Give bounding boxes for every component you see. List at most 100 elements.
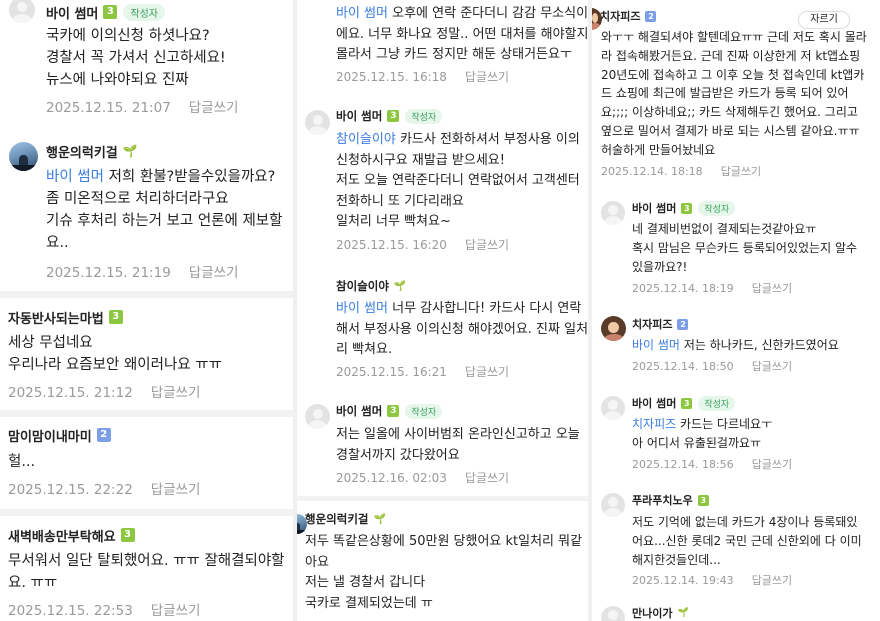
mention-tag[interactable]: 치자피즈 [632, 417, 676, 431]
level-badge: 3 [108, 310, 123, 324]
comment-item: 푸라푸치노우 3 저도 기억에 없는데 카드가 4장이나 등록돼있 어요...신… [592, 487, 880, 597]
author-name[interactable]: 맘이맘이내마미 [8, 426, 92, 445]
comment-line: 리 빡쳐요. [336, 342, 393, 357]
comment-item: 바이 썸머 3 작성자 참이슬이야 카드사 전화하셔서 부정사용 이의 신청하시… [297, 100, 588, 270]
author-badge: 작성자 [698, 200, 736, 216]
reply-button[interactable]: 답글쓰기 [189, 100, 239, 116]
reply-button[interactable]: 답글쓰기 [189, 265, 239, 281]
comment-meta: 2025.12.16. 02:03 답글쓰기 [336, 469, 509, 486]
comment-line: 있을까요?! [632, 260, 688, 274]
avatar[interactable] [601, 606, 625, 621]
comment-body: 저두 똑같은상황에 50만원 당했어요 kt일처리 뭐같 아요 저는 낼 경찰서… [305, 532, 582, 614]
comment-item: 자동반사되는마법 3 세상 무섭네요 우리나라 요즘보안 왜이러나요 ㅠㅠ 20… [0, 300, 293, 410]
author-name[interactable]: 새벽배송만부탁해요 [8, 526, 116, 545]
reply-button[interactable]: 답글쓰기 [465, 238, 509, 252]
reply-button[interactable]: 답글쓰기 [465, 365, 509, 379]
reply-button[interactable]: 답글쓰기 [151, 385, 201, 401]
level-badge: 2 [677, 318, 689, 330]
level-badge: 2 [645, 10, 657, 22]
comment-item: 바이 썸머 3 작성자 네 결제비번없이 결제되는것같아요ㅠ 혹시 맘님은 무슨… [592, 195, 880, 305]
comment-meta: 2025.12.14. 19:43 답글쓰기 [632, 572, 792, 588]
author-name[interactable]: 행운의럭키걸 [305, 511, 368, 527]
reply-button[interactable]: 답글쓰기 [721, 165, 761, 178]
author-name[interactable]: 만나이가 [632, 605, 672, 621]
mention-tag[interactable]: 바이 썸머 [46, 169, 104, 185]
mention-tag[interactable]: 참이슬이야 [336, 132, 396, 147]
author-name[interactable]: 치자피즈 [600, 8, 640, 24]
comment-item: 행운의럭키걸 🌱 바이 썸머 저희 환불?받을수있을까요? 좀 미온적으로 처리… [0, 128, 293, 288]
comment-item: 바이 썸머 오후에 연락 준다더니 감감 무소식이 에요. 너무 화나요 정말.… [297, 0, 588, 92]
mention-tag[interactable]: 바이 썸머 [336, 301, 388, 316]
comment-date: 2025.12.14. 19:43 [632, 574, 734, 587]
comment-item: 치자피즈 2 바이 썸머 저는 하나카드, 신한카드였어요 2025.12.14… [592, 310, 880, 392]
avatar[interactable] [305, 404, 330, 429]
author-name[interactable]: 참이슬이야 [336, 278, 389, 294]
avatar[interactable] [305, 110, 330, 135]
avatar[interactable] [9, 0, 35, 23]
comment-line: 국카로 결제되었는데 ㅠ [305, 595, 433, 611]
comment-line: 국카에 이의신청 하셧나요? [46, 28, 210, 44]
comment-header: 자동반사되는마법 3 [8, 307, 123, 327]
avatar[interactable] [9, 142, 38, 171]
comment-body: 국카에 이의신청 하셧나요? 경찰서 꼭 가셔서 신고하세요! 뉴스에 나와야되… [46, 25, 226, 91]
comment-meta: 2025.12.14. 18:56 답글쓰기 [632, 456, 792, 472]
comment-meta: 2025.12.15. 22:22 답글쓰기 [8, 478, 200, 498]
comment-line: 카드는 다르네요ㅜ [680, 417, 773, 431]
comment-item: 만나이가 🌱 [592, 600, 880, 621]
avatar[interactable] [601, 493, 625, 517]
comment-meta: 2025.12.15. 21:12 답글쓰기 [8, 381, 200, 401]
author-badge: 작성자 [405, 108, 443, 124]
mention-tag[interactable]: 바이 썸머 [632, 338, 680, 352]
comment-header: 행운의럭키걸 🌱 [305, 511, 386, 527]
comment-header: 바이 썸머 3 작성자 [632, 395, 736, 411]
author-name[interactable]: 바이 썸머 [336, 108, 382, 124]
author-name[interactable]: 바이 썸머 [336, 403, 382, 419]
reply-button[interactable]: 답글쓰기 [752, 282, 792, 295]
sprout-icon: 🌱 [677, 608, 689, 618]
sprout-icon: 🌱 [393, 280, 407, 292]
comment-line: 저두 똑같은상황에 50만원 당했어요 kt일처리 뭐같 [305, 534, 583, 549]
cut-button[interactable]: 자르기 [798, 11, 850, 29]
comment-meta: 2025.12.15. 21:19 답글쓰기 [46, 261, 238, 281]
comment-line: 어요...신한 롯데2 국민 근데 신한외에 다 이미 [632, 534, 862, 548]
author-name[interactable]: 치자피즈 [632, 316, 672, 332]
reply-button[interactable]: 답글쓰기 [151, 603, 201, 619]
avatar[interactable] [601, 396, 625, 420]
author-name[interactable]: 바이 썸머 [46, 3, 98, 22]
comment-line: 해서 부정사용 이의신청 해야겠어요. 진짜 일처 [336, 321, 588, 337]
reply-button[interactable]: 답글쓰기 [752, 574, 792, 587]
comment-column-2: 바이 썸머 오후에 연락 준다더니 감감 무소식이 에요. 너무 화나요 정말.… [297, 0, 588, 621]
comment-line: 헐... [8, 454, 36, 470]
comment-item: 바이 썸머 3 작성자 치자피즈 카드는 다르네요ㅜ 아 어디서 유출된걸까요ㅠ… [592, 390, 880, 485]
level-badge: 3 [120, 528, 135, 542]
author-name[interactable]: 자동반사되는마법 [8, 308, 104, 327]
author-name[interactable]: 바이 썸머 [632, 395, 676, 411]
section-separator [0, 410, 293, 417]
mention-tag[interactable]: 바이 썸머 [336, 6, 388, 21]
avatar[interactable] [601, 201, 625, 225]
author-name[interactable]: 바이 썸머 [632, 200, 676, 216]
comment-meta: 2025.12.14. 18:50 답글쓰기 [632, 358, 792, 374]
comment-body: 치자피즈 카드는 다르네요ㅜ 아 어디서 유출된걸까요ㅠ [632, 415, 772, 453]
comment-line: 전화하니 또 기다리래요 [336, 193, 464, 209]
reply-button[interactable]: 답글쓰기 [752, 360, 792, 373]
comment-item: 참이슬이야 🌱 바이 썸머 너무 감사합니다! 카드사 다시 연락 해서 부정사… [297, 270, 588, 395]
author-name[interactable]: 행운의럭키걸 [46, 142, 118, 161]
comment-line: 드 쇼핑에 최근에 발급받은 카드가 등록 되어 있어 [601, 86, 849, 101]
reply-button[interactable]: 답글쓰기 [151, 482, 201, 498]
author-name[interactable]: 푸라푸치노우 [632, 492, 693, 508]
comment-line: 우리나라 요즘보안 왜이러나요 ㅠㅠ [8, 357, 222, 373]
comment-line: 무서워서 일단 탈퇴했어요. ㅠㅠ 잘해결되야할 [8, 553, 285, 569]
reply-button[interactable]: 답글쓰기 [465, 471, 509, 485]
comment-body: 와ㅜㅜ 해결되셔야 할텐데요ㅠㅠ 근데 저도 혹시 몰라 라 접속해봤거든요. … [601, 28, 867, 160]
avatar[interactable] [601, 316, 626, 341]
reply-button[interactable]: 답글쓰기 [465, 70, 509, 84]
comment-body: 네 결제비번없이 결제되는것같아요ㅠ 혹시 맘님은 무슨카드 등록되어있었는지 … [632, 220, 857, 277]
comment-date: 2025.12.15. 16:20 [336, 238, 447, 252]
comment-line: 허술하게 만들어놨네요 [601, 142, 716, 157]
comment-line: 와ㅜㅜ 해결되셔야 할텐데요ㅠㅠ 근데 저도 혹시 몰라 [601, 30, 867, 44]
comment-column-1: 바이 썸머 3 작성자 국카에 이의신청 하셧나요? 경찰서 꼭 가셔서 신고하… [0, 0, 293, 621]
comment-item: 치자피즈 2 자르기 와ㅜㅜ 해결되셔야 할텐데요ㅠㅠ 근데 저도 혹시 몰라 … [592, 0, 880, 185]
reply-button[interactable]: 답글쓰기 [752, 458, 792, 471]
comment-line: 요.. [46, 235, 69, 251]
